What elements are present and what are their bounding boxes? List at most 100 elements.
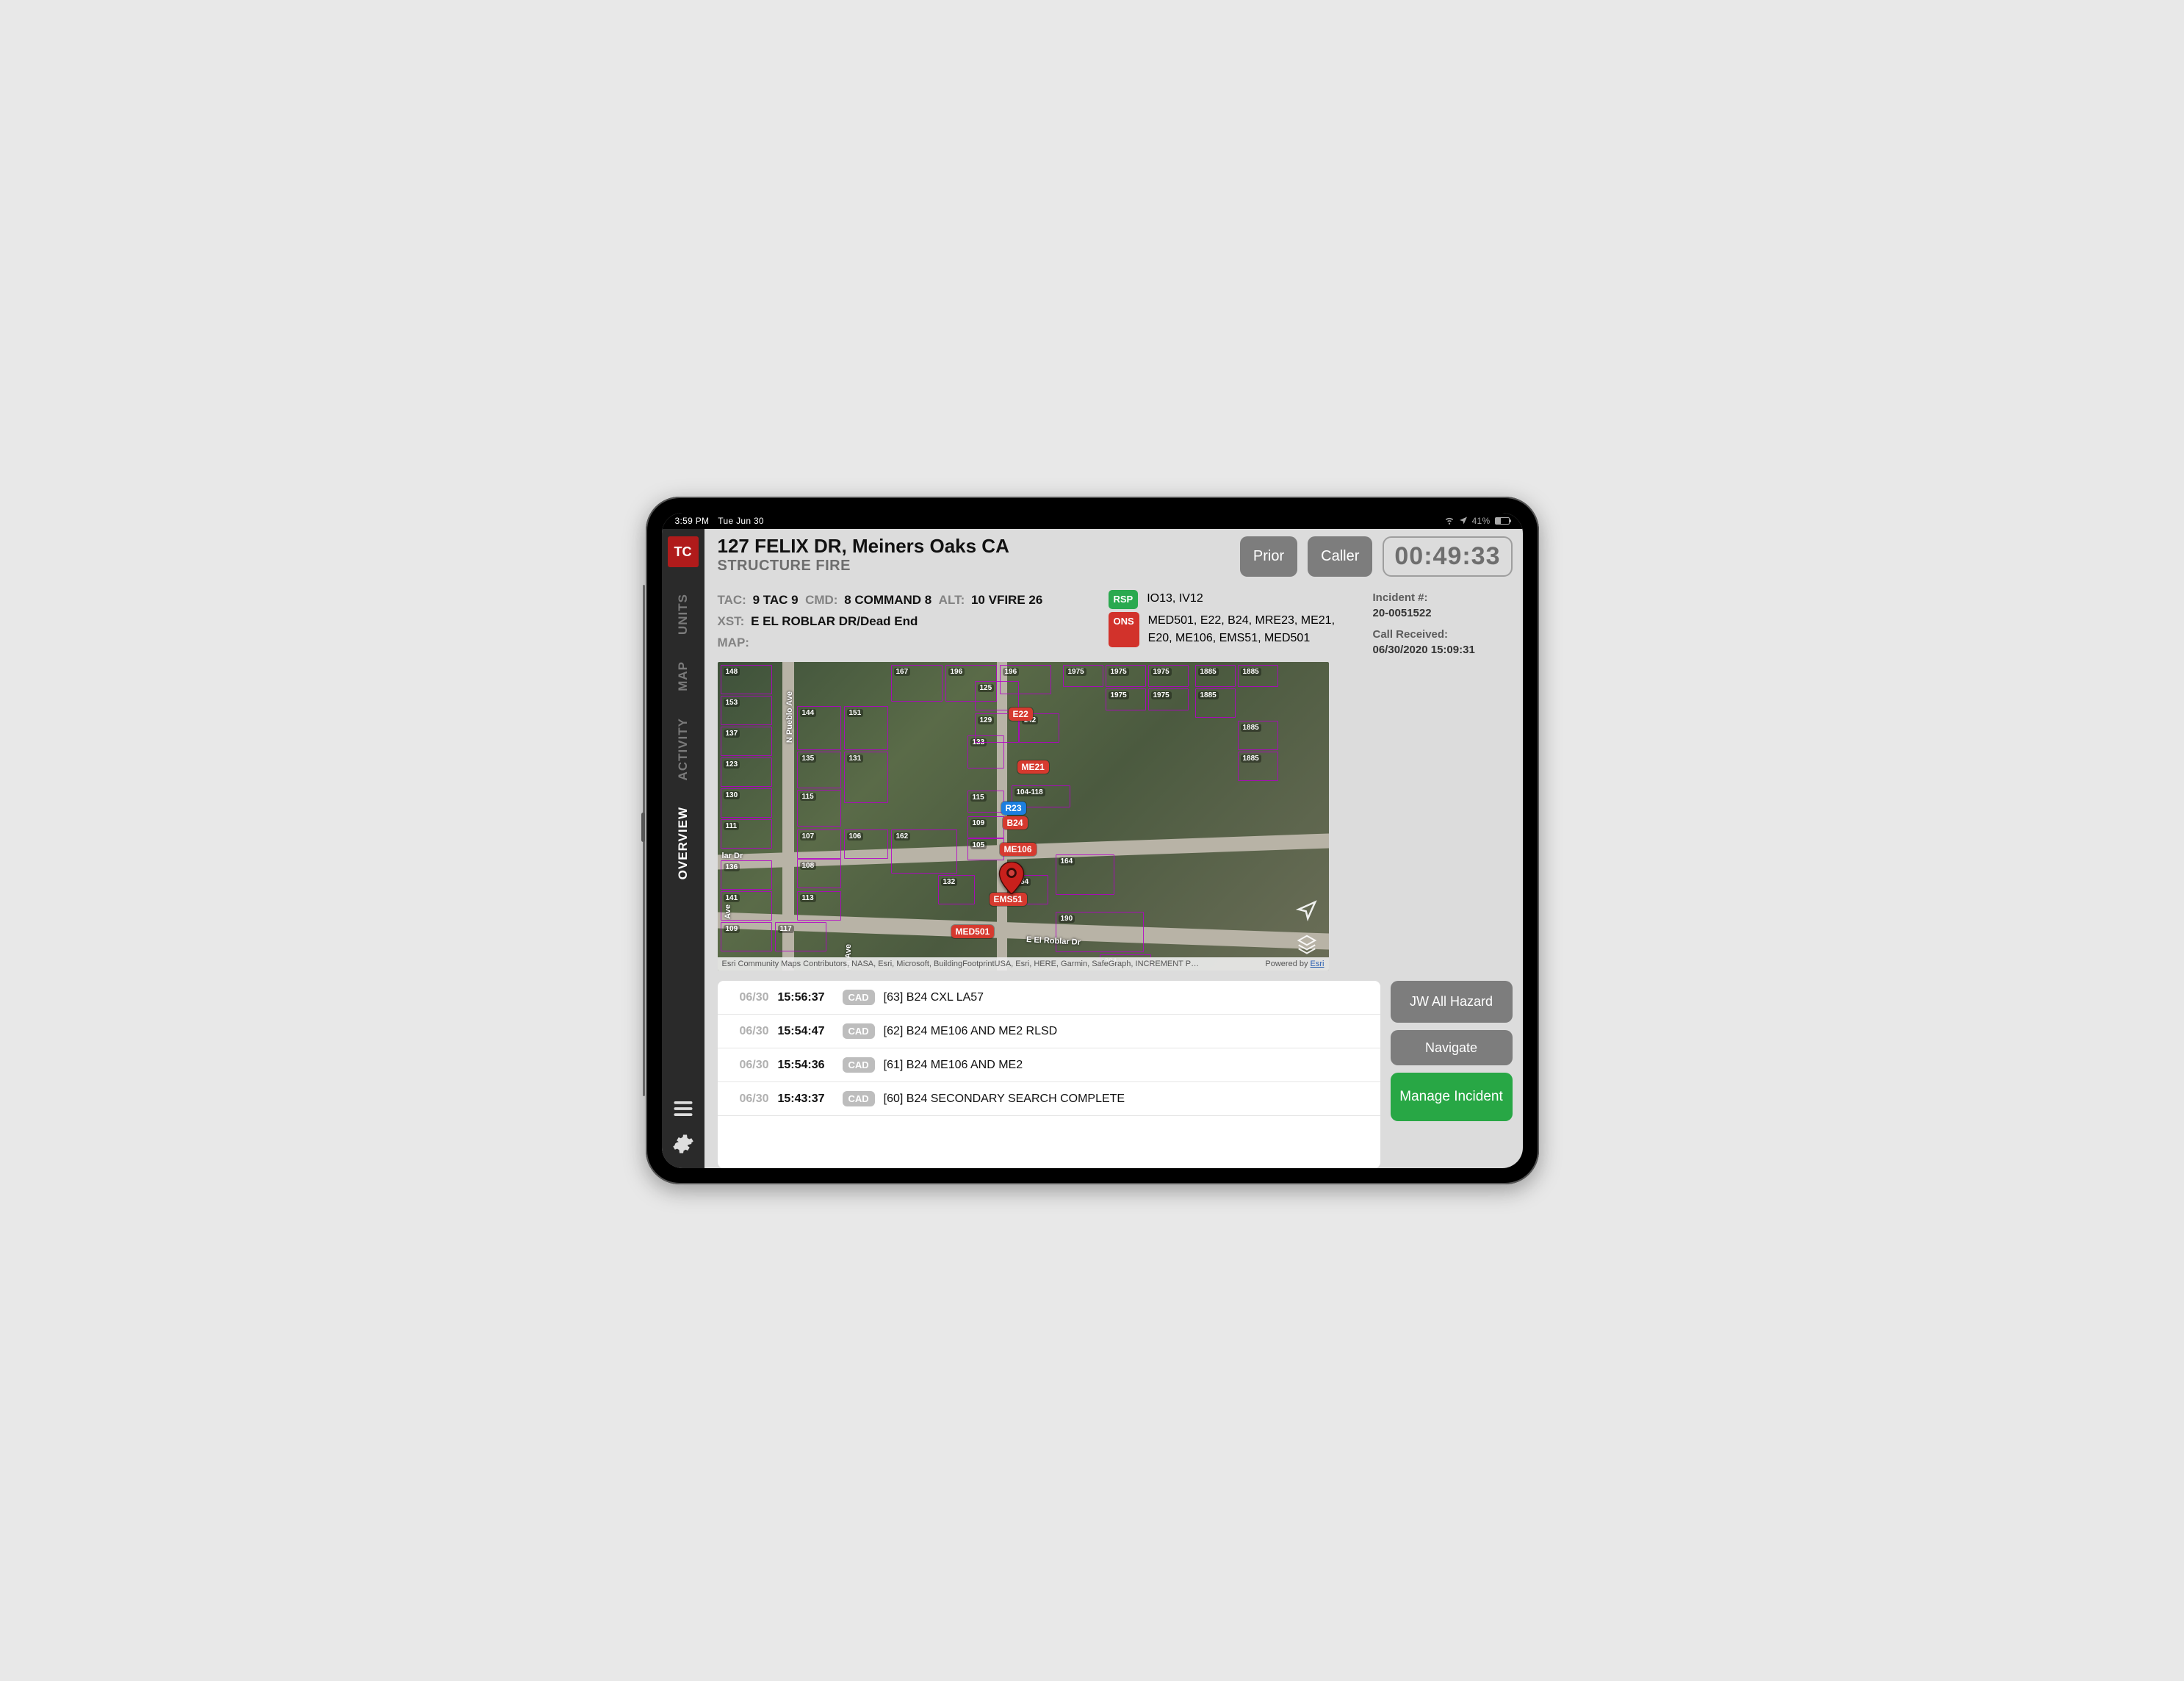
xst-value: E EL ROBLAR DR/Dead End	[751, 614, 918, 628]
parcel-label: 1975	[1109, 691, 1129, 699]
map-unit-b24[interactable]: B24	[1003, 816, 1028, 829]
status-date: Tue Jun 30	[718, 516, 764, 526]
parcel-label: 107	[800, 832, 817, 840]
rsp-units: IO13, IV12	[1147, 590, 1203, 609]
map-unit-me21[interactable]: ME21	[1017, 760, 1049, 774]
log-time: 15:56:37	[778, 991, 834, 1004]
log-source-badge: CAD	[843, 1023, 875, 1039]
sidebar-tab-overview[interactable]: OVERVIEW	[676, 796, 691, 890]
log-message: [62] B24 ME106 AND ME2 RLSD	[884, 1025, 1367, 1038]
parcel-label: 135	[800, 755, 817, 763]
menu-icon[interactable]	[672, 1098, 694, 1120]
log-date: 06/30	[731, 1093, 769, 1106]
ipad-frame: 3:59 PM Tue Jun 30 41% TC UNITS MAP ACTIVI…	[646, 497, 1539, 1184]
map-unit-me106[interactable]: ME106	[1000, 843, 1037, 856]
log-date: 06/30	[731, 991, 769, 1004]
app-logo[interactable]: TC	[668, 536, 699, 567]
parcel-label: 137	[724, 730, 740, 738]
parcel-label: 136	[724, 863, 740, 871]
activity-log[interactable]: 06/3015:56:37CAD[63] B24 CXL LA5706/3015…	[718, 981, 1380, 1168]
parcel-label: 148	[724, 668, 740, 676]
log-source-badge: CAD	[843, 990, 875, 1005]
parcel-label: 109	[970, 819, 987, 827]
parcel-label: 115	[800, 793, 816, 801]
sidebar-tab-activity[interactable]: ACTIVITY	[676, 708, 691, 791]
layers-icon[interactable]	[1294, 931, 1320, 957]
parcel-label: 1885	[1241, 668, 1261, 676]
hazard-button[interactable]: JW All Hazard	[1391, 981, 1513, 1023]
log-row[interactable]: 06/3015:43:37CAD[60] B24 SECONDARY SEARC…	[718, 1082, 1380, 1116]
esri-link[interactable]: Esri	[1311, 960, 1325, 968]
map-unit-med501[interactable]: MED501	[951, 925, 995, 938]
parcel-label: 108	[800, 862, 817, 870]
parcel-label: 167	[894, 668, 911, 676]
status-bar: 3:59 PM Tue Jun 30 41%	[662, 513, 1523, 529]
location-arrow-icon	[1459, 516, 1468, 527]
parcel-label: 190	[1059, 915, 1075, 923]
gear-icon[interactable]	[672, 1133, 694, 1155]
map-pin-icon	[998, 862, 1025, 894]
map-canvas[interactable]: 1481531371231301111361411091171441351151…	[718, 662, 1329, 971]
parcel-label: 106	[847, 832, 864, 840]
log-message: [61] B24 ME106 AND ME2	[884, 1059, 1367, 1072]
alt-label: ALT:	[939, 593, 965, 607]
log-row[interactable]: 06/3015:54:36CAD[61] B24 ME106 AND ME2	[718, 1048, 1380, 1082]
log-time: 15:43:37	[778, 1093, 834, 1106]
wifi-icon	[1444, 515, 1455, 528]
timer-value: 00:49:33	[1394, 542, 1500, 571]
navigate-button[interactable]: Navigate	[1391, 1030, 1513, 1066]
map-unit-e22[interactable]: E22	[1009, 708, 1033, 721]
log-source-badge: CAD	[843, 1091, 875, 1106]
locate-me-icon[interactable]	[1294, 897, 1320, 924]
status-time: 3:59 PM	[675, 516, 710, 526]
parcel-label: 117	[778, 925, 794, 933]
action-buttons: JW All Hazard Navigate Manage Incident	[1391, 981, 1513, 1168]
map-attribution: Esri Community Maps Contributors, NASA, …	[718, 957, 1329, 971]
manage-incident-button[interactable]: Manage Incident	[1391, 1073, 1513, 1121]
parcel-label: 162	[894, 832, 911, 840]
prior-button[interactable]: Prior	[1240, 536, 1297, 577]
incident-header: 127 FELIX DR, Meiners Oaks CA STRUCTURE …	[718, 536, 1513, 577]
main-panel: 127 FELIX DR, Meiners Oaks CA STRUCTURE …	[704, 529, 1523, 1168]
unit-status: RSP IO13, IV12 ONS MED501, E22, B24, MRE…	[1109, 590, 1358, 658]
parcel-label: 1975	[1066, 668, 1086, 676]
alt-value: 10 VFIRE 26	[971, 593, 1042, 607]
parcel-label: 1975	[1151, 691, 1172, 699]
caller-button[interactable]: Caller	[1308, 536, 1372, 577]
map-unit-ems51[interactable]: EMS51	[990, 893, 1027, 906]
screen: 3:59 PM Tue Jun 30 41% TC UNITS MAP ACTIVI…	[662, 513, 1523, 1168]
app-body: TC UNITS MAP ACTIVITY OVERVIEW 127 FELIX DR…	[662, 529, 1523, 1168]
parcel-label: 1885	[1198, 691, 1219, 699]
log-time: 15:54:36	[778, 1059, 834, 1072]
parcel-label: 196	[1003, 668, 1020, 676]
parcel-label: 164	[1059, 857, 1075, 865]
log-row[interactable]: 06/3015:56:37CAD[63] B24 CXL LA57	[718, 981, 1380, 1015]
parcel-label: 130	[724, 791, 740, 799]
parcel-label: 153	[724, 699, 740, 707]
parcel-label: 104-118	[1014, 788, 1045, 796]
log-time: 15:54:47	[778, 1025, 834, 1038]
rsp-badge: RSP	[1109, 590, 1139, 609]
sidebar-tabs: UNITS MAP ACTIVITY OVERVIEW	[676, 583, 691, 1087]
parcel-label: 115	[970, 793, 987, 802]
sidebar: TC UNITS MAP ACTIVITY OVERVIEW	[662, 529, 704, 1168]
parcel-label: 131	[847, 755, 864, 763]
parcel-label: 196	[948, 668, 965, 676]
log-row[interactable]: 06/3015:54:47CAD[62] B24 ME106 AND ME2 R…	[718, 1015, 1380, 1048]
incident-timer: 00:49:33	[1383, 536, 1512, 577]
parcel-label: 151	[847, 709, 864, 717]
sidebar-tab-units[interactable]: UNITS	[676, 583, 691, 645]
parcel-label: 111	[724, 822, 740, 830]
parcel-label: 1975	[1109, 668, 1129, 676]
parcel-label: 123	[724, 760, 740, 768]
incident-number-label: Incident #:	[1373, 590, 1513, 605]
parcel-label: 141	[724, 894, 740, 902]
call-received-value: 06/30/2020 15:09:31	[1373, 642, 1513, 658]
sidebar-tab-map[interactable]: MAP	[676, 651, 691, 702]
tac-label: TAC:	[718, 593, 746, 607]
battery-icon	[1495, 517, 1510, 525]
map-unit-r23[interactable]: R23	[1001, 802, 1026, 815]
ons-units: MED501, E22, B24, MRE23, ME21, E20, ME10…	[1148, 612, 1358, 647]
incident-type: STRUCTURE FIRE	[718, 558, 1230, 575]
radio-channels: TAC: 9 TAC 9 CMD: 8 COMMAND 8 ALT: 10 VF…	[718, 590, 1094, 658]
